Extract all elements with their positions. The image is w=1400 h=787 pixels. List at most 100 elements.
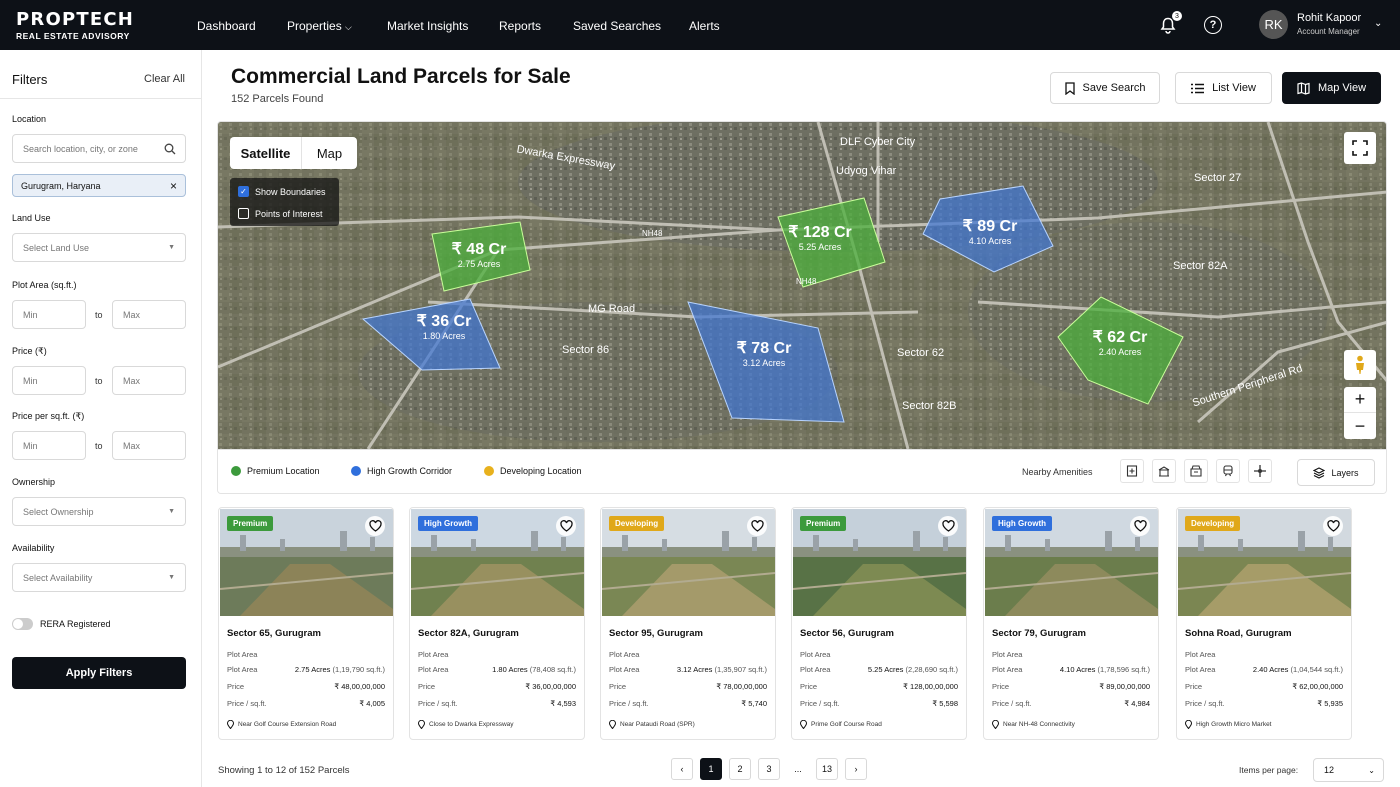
map-view-button[interactable]: Map View	[1282, 72, 1381, 104]
brand-name: PROPTECH	[16, 9, 134, 30]
location-search-input[interactable]: Search location, city, or zone	[12, 134, 186, 163]
chevron-left-icon: ‹	[680, 764, 684, 774]
parcel-card[interactable]: High Growth Sector 79, Gurugram Plot Are…	[983, 507, 1159, 740]
ownership-select[interactable]: Select Ownership ▼	[12, 497, 186, 526]
plot-area-min-input[interactable]: Min	[12, 300, 86, 329]
user-menu-chevron-icon[interactable]: ⌄	[1374, 18, 1382, 29]
price-max-input[interactable]: Max	[112, 366, 186, 395]
parcel-title[interactable]: Sohna Road, Gurugram	[1185, 628, 1292, 639]
mall-icon[interactable]	[1184, 459, 1208, 483]
airport-icon[interactable]	[1248, 459, 1272, 483]
help-icon[interactable]: ?	[1204, 16, 1222, 34]
parcel-label[interactable]: ₹ 62 Cr 2.40 Acres	[1084, 327, 1156, 357]
parcel-card[interactable]: Developing Sector 95, Gurugram Plot Area…	[600, 507, 776, 740]
parcel-note-text: Prime Golf Course Road	[811, 721, 882, 728]
parcel-card[interactable]: Premium Sector 65, Gurugram Plot Area Pl…	[218, 507, 394, 740]
rera-toggle[interactable]	[12, 618, 33, 630]
nav-dashboard[interactable]: Dashboard	[197, 19, 256, 33]
prev-page-button[interactable]: ‹	[671, 758, 693, 780]
next-page-button[interactable]: ›	[845, 758, 867, 780]
ppsf-max-input[interactable]: Max	[112, 431, 186, 460]
apply-filters-button[interactable]: Apply Filters	[12, 657, 186, 689]
heart-icon[interactable]	[1323, 516, 1343, 536]
page-button[interactable]: 1	[700, 758, 722, 780]
hospital-icon[interactable]	[1120, 459, 1144, 483]
chevron-down-icon: ▼	[168, 244, 175, 251]
parcel-title[interactable]: Sector 79, Gurugram	[992, 628, 1086, 639]
legend-label: Developing Location	[500, 466, 582, 476]
nav-alerts[interactable]: Alerts	[689, 19, 720, 33]
parcel-tag: Premium	[227, 516, 274, 531]
plot-area-acres: 1.80 Acres	[492, 665, 528, 674]
heart-icon[interactable]	[938, 516, 958, 536]
nav-market-insights[interactable]: Market Insights	[387, 19, 468, 33]
location-pin-icon	[609, 720, 616, 729]
parcel-card[interactable]: Premium Sector 56, Gurugram Plot Area Pl…	[791, 507, 967, 740]
location-chip-label: Gurugram, Haryana	[21, 180, 101, 191]
show-boundaries-checkbox[interactable]: ✓	[238, 186, 249, 197]
items-per-page-select[interactable]: 12 ⌄	[1313, 758, 1384, 782]
plot-area-row-label: Plot Area	[609, 650, 767, 659]
street-view-icon[interactable]	[1344, 350, 1376, 380]
page-button[interactable]: 2	[729, 758, 751, 780]
tab-map[interactable]: Map	[302, 137, 357, 169]
parcel-label[interactable]: ₹ 89 Cr 4.10 Acres	[954, 216, 1026, 246]
parcel-title[interactable]: Sector 56, Gurugram	[800, 628, 894, 639]
ppsf-label: Price / sq.ft.	[418, 699, 458, 708]
poi-checkbox[interactable]	[238, 208, 249, 219]
transit-icon[interactable]	[1216, 459, 1240, 483]
avatar[interactable]: RK	[1259, 10, 1288, 39]
nav-saved-searches[interactable]: Saved Searches	[573, 19, 661, 33]
top-nav: PROPTECH REAL ESTATE ADVISORY Dashboard …	[0, 0, 1400, 50]
brand-tagline: REAL ESTATE ADVISORY	[16, 31, 130, 41]
page-button[interactable]: 13	[816, 758, 838, 780]
heart-icon[interactable]	[747, 516, 767, 536]
ppsf-value: ₹ 4,984	[1124, 699, 1150, 708]
ppsf-value: ₹ 5,935	[1317, 699, 1343, 708]
close-icon[interactable]: ×	[170, 179, 177, 193]
plot-area-max-input[interactable]: Max	[112, 300, 186, 329]
parcel-price: ₹ 36 Cr	[416, 313, 472, 330]
parcel-title[interactable]: Sector 95, Gurugram	[609, 628, 703, 639]
parcel-label[interactable]: ₹ 128 Cr 5.25 Acres	[784, 222, 856, 252]
land-use-select[interactable]: Select Land Use ▼	[12, 233, 186, 262]
parcel-area: 1.80 Acres	[422, 331, 466, 341]
price-min-input[interactable]: Min	[12, 366, 86, 395]
nav-reports[interactable]: Reports	[499, 19, 541, 33]
range-to-text: to	[95, 376, 103, 386]
parcel-tag: Developing	[609, 516, 665, 531]
zoom-in-icon[interactable]: +	[1344, 387, 1376, 413]
legend-dot	[484, 466, 494, 476]
layers-button[interactable]: Layers	[1297, 459, 1375, 486]
parcel-title[interactable]: Sector 82A, Gurugram	[418, 628, 519, 639]
page-title: Commercial Land Parcels for Sale	[231, 65, 571, 88]
location-chip: Gurugram, Haryana ×	[12, 174, 186, 197]
page-button[interactable]: 3	[758, 758, 780, 780]
nav-properties[interactable]: Properties ⌵	[287, 19, 352, 33]
save-search-button[interactable]: Save Search	[1050, 72, 1160, 104]
brand-logo[interactable]: PROPTECH REAL ESTATE ADVISORY	[16, 9, 134, 42]
ppsf-min-input[interactable]: Min	[12, 431, 86, 460]
heart-icon[interactable]	[556, 516, 576, 536]
ownership-label: Ownership	[12, 477, 56, 487]
parcel-card[interactable]: Developing Sohna Road, Gurugram Plot Are…	[1176, 507, 1352, 740]
school-icon[interactable]	[1152, 459, 1176, 483]
parcel-label[interactable]: ₹ 36 Cr 1.80 Acres	[408, 311, 480, 341]
availability-select[interactable]: Select Availability ▼	[12, 563, 186, 592]
zoom-out-icon[interactable]: −	[1344, 413, 1376, 439]
plot-area-row-label: Plot Area	[227, 650, 385, 659]
parcel-label[interactable]: ₹ 78 Cr 3.12 Acres	[728, 338, 800, 368]
parcel-label[interactable]: ₹ 48 Cr 2.75 Acres	[443, 239, 515, 269]
parcel-title[interactable]: Sector 65, Gurugram	[227, 628, 321, 639]
chevron-down-icon: ▼	[168, 508, 175, 515]
availability-label: Availability	[12, 543, 55, 553]
map-icon	[1297, 81, 1310, 95]
parcel-card[interactable]: High Growth Sector 82A, Gurugram Plot Ar…	[409, 507, 585, 740]
fullscreen-icon[interactable]	[1344, 132, 1376, 164]
heart-icon[interactable]	[365, 516, 385, 536]
place-label: Udyog Vihar	[836, 165, 897, 177]
heart-icon[interactable]	[1130, 516, 1150, 536]
list-view-button[interactable]: List View	[1175, 72, 1272, 104]
tab-satellite[interactable]: Satellite	[230, 137, 302, 169]
clear-all-button[interactable]: Clear All	[144, 73, 185, 85]
